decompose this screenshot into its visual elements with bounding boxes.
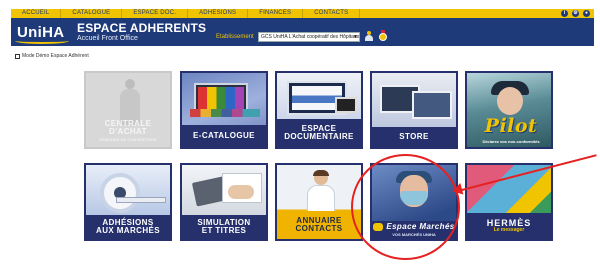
pilot-face	[497, 87, 523, 115]
logo-swoosh	[15, 38, 69, 44]
tile-documentaire-title-2: DOCUMENTAIRE	[284, 132, 354, 141]
screen-icon	[412, 91, 452, 119]
tile-store-band: STORE	[372, 127, 456, 147]
etablissement-select[interactable]: GCS UniHA L'Achat coopératif des Hôpitau…	[258, 32, 360, 42]
tile-espace-documentaire[interactable]: ESPACE DOCUMENTAIRE	[275, 71, 363, 149]
scanner-icon	[100, 173, 140, 213]
books-icon	[190, 109, 260, 117]
tile-centrale-band: CENTRALE D'ACHAT DEMANDE DE CONVENTIONS	[86, 119, 170, 143]
demo-mode-toggle: Mode Démo Espace Adhérent	[15, 53, 89, 59]
tile-e-catalogue[interactable]: E-CATALOGUE	[180, 71, 268, 149]
tile-store-title: STORE	[399, 132, 429, 141]
tile-ecatalogue-title: E-CATALOGUE	[193, 131, 255, 140]
nav-catalogue[interactable]: CATALOGUE	[61, 9, 123, 18]
top-nav-bar: ACCUEIL CATALOGUE ESPACE DOC. ADHESIONS …	[11, 9, 594, 18]
tile-centrale-achat: CENTRALE D'ACHAT DEMANDE DE CONVENTIONS	[84, 71, 172, 149]
tablet-icon	[335, 97, 357, 113]
scanner-bed	[116, 197, 166, 203]
tile-pilot-logo: Pilot	[484, 115, 538, 137]
nav-espace-doc[interactable]: ESPACE DOC.	[122, 9, 189, 18]
tile-simulation-band: SIMULATION ET TITRES	[182, 215, 266, 239]
tile-ecatalogue-band: E-CATALOGUE	[182, 125, 266, 147]
settings-icon[interactable]: ⚙	[572, 10, 579, 17]
etablissement-value: GCS UniHA L'Achat coopératif des Hôpitau…	[261, 34, 360, 40]
tile-simulation-titres[interactable]: SIMULATION ET TITRES	[180, 163, 268, 241]
tile-annuaire-title-2: CONTACTS	[295, 224, 343, 233]
tile-hermes-title: HERMÈS	[486, 218, 532, 228]
tile-hermes[interactable]: HERMÈS Le messager	[465, 163, 553, 241]
page-title: ESPACE ADHERENTS	[77, 21, 207, 35]
tile-documentaire-band: ESPACE DOCUMENTAIRE	[277, 119, 361, 147]
info-icon[interactable]: i	[561, 10, 568, 17]
tile-adhesions-title-2: AUX MARCHÉS	[96, 226, 160, 235]
profile-icon[interactable]	[365, 31, 373, 41]
tile-annuaire-contacts[interactable]: ANNUAIRE CONTACTS	[275, 163, 363, 241]
tile-centrale-title: CENTRALE D'ACHAT	[104, 119, 152, 136]
tile-hermes-band: HERMÈS Le messager	[467, 213, 551, 239]
tile-hermes-subtitle: Le messager	[493, 227, 525, 233]
annotation-arrow-icon	[450, 182, 464, 198]
nav-finances[interactable]: FINANCES	[248, 9, 304, 18]
tile-simulation-title-2: ET TITRES	[201, 226, 247, 235]
demo-mode-checkbox[interactable]	[15, 53, 20, 59]
tile-adhesions-band: ADHÉSIONS AUX MARCHÉS	[86, 215, 170, 239]
highlight-circle	[351, 154, 460, 260]
user-icon[interactable]: ●	[583, 10, 590, 17]
tile-pilot[interactable]: Pilot Déclarez vos non-conformités	[465, 71, 553, 149]
tile-annuaire-band: ANNUAIRE CONTACTS	[277, 211, 361, 239]
medal-icon[interactable]	[379, 30, 387, 41]
nav-accueil[interactable]: ACCUEIL	[11, 9, 62, 18]
nav-icons: i ⚙ ●	[561, 10, 594, 17]
page-subtitle: Accueil Front Office	[77, 35, 138, 42]
chevron-down-icon: ▼	[353, 34, 358, 40]
etablissement-label: Etablissement	[216, 34, 254, 40]
tile-adhesions-marches[interactable]: ADHÉSIONS AUX MARCHÉS	[84, 163, 172, 241]
nav-adhesions[interactable]: ADHESIONS	[188, 9, 249, 18]
hand-icon	[228, 185, 254, 199]
nav-contacts[interactable]: CONTACTS	[303, 9, 361, 18]
tile-pilot-subtitle: Déclarez vos non-conformités	[482, 139, 540, 144]
tile-store[interactable]: STORE	[370, 71, 458, 149]
header-band: UniHA ESPACE ADHERENTS Accueil Front Off…	[11, 18, 594, 46]
demo-mode-label: Mode Démo Espace Adhérent	[22, 53, 89, 59]
tile-centrale-subtitle: DEMANDE DE CONVENTIONS	[99, 137, 157, 142]
